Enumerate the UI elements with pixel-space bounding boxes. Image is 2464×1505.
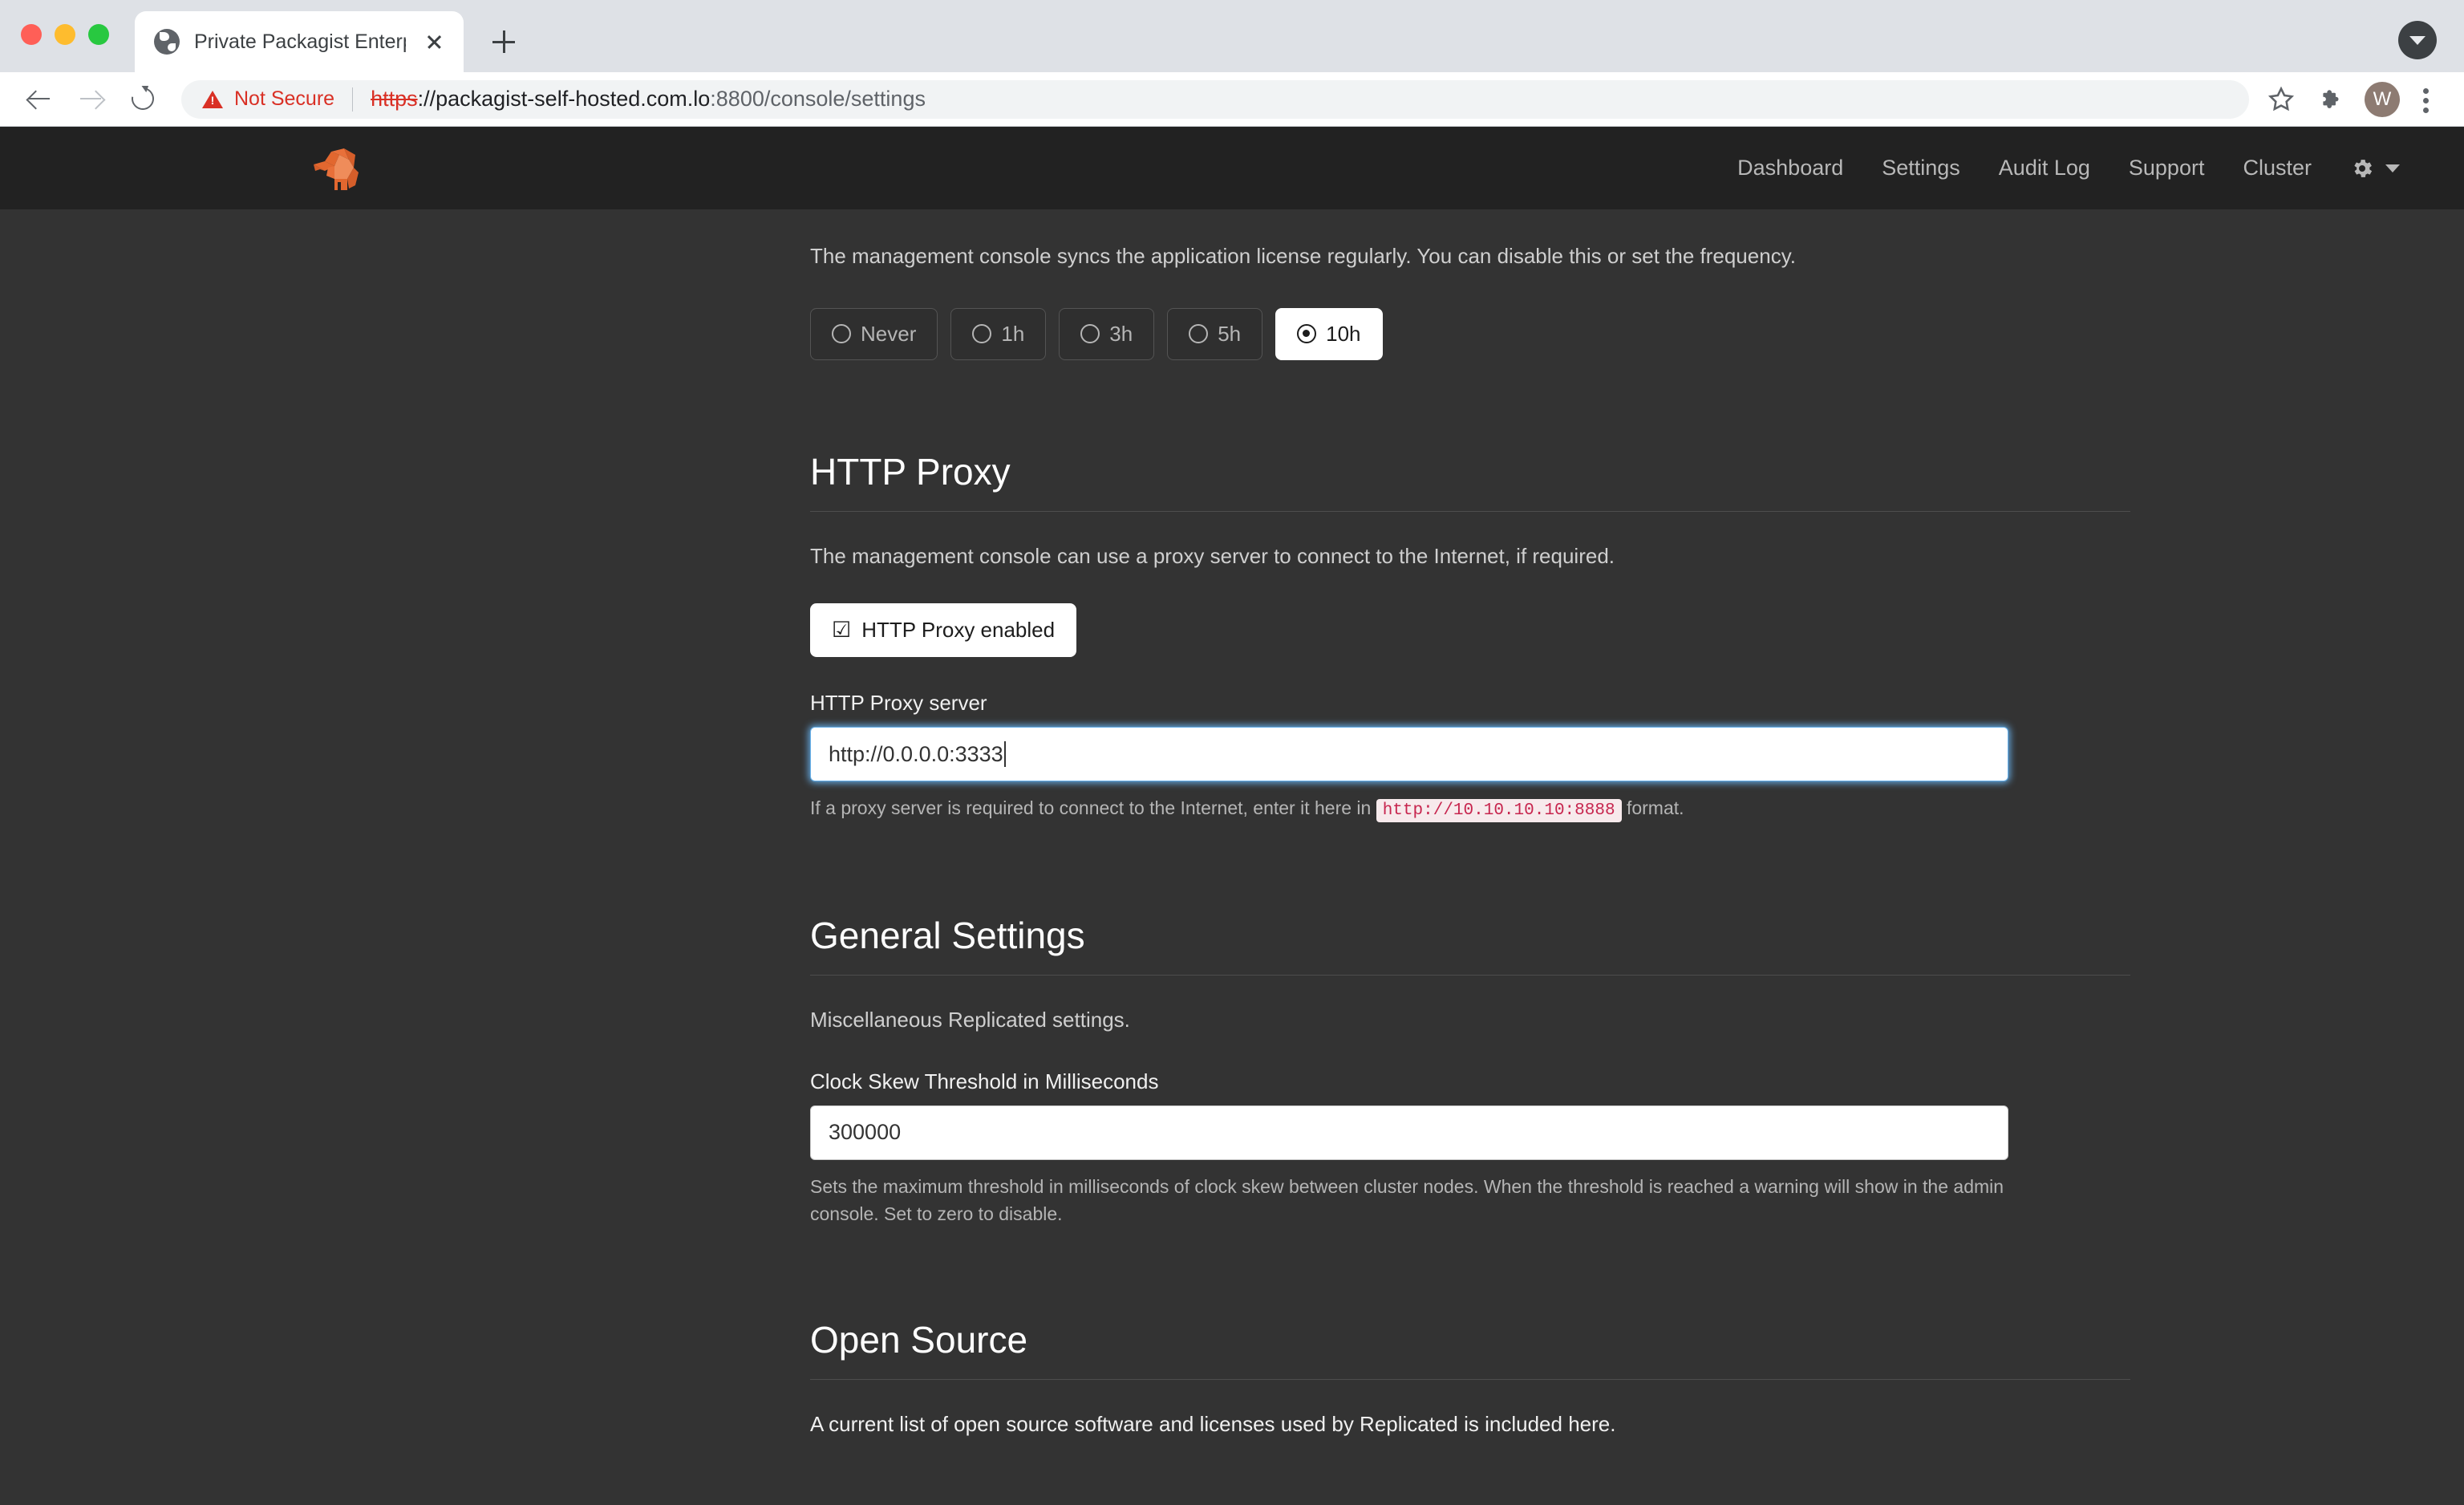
nav-item-dashboard[interactable]: Dashboard [1718,156,1862,181]
window-traffic-lights [21,24,109,45]
url-host: packagist-self-hosted.com.lo [436,87,711,111]
back-arrow-icon [29,90,50,109]
tab-strip: Private Packagist Enterprise [0,0,2464,72]
license-sync-option-label: 1h [1001,321,1025,346]
general-settings-heading: General Settings [810,914,2130,976]
http-proxy-server-input[interactable]: http://0.0.0.0:3333 [810,727,2008,782]
text-caret [1003,741,1006,768]
license-sync-option-5h[interactable]: 5h [1167,307,1263,360]
checkbox-checked-icon: ☑ [832,618,852,643]
puzzle-icon [2323,89,2339,108]
http-proxy-server-value: http://0.0.0.0:3333 [829,741,1003,766]
address-bar[interactable]: Not Secure https://packagist-self-hosted… [181,79,2249,119]
not-secure-warning-icon [202,90,223,108]
app-nav-links: Dashboard Settings Audit Log Support Clu… [1718,156,2416,181]
license-sync-option-1h[interactable]: 1h [950,307,1047,360]
settings-content: The management console syncs the applica… [810,209,2130,1439]
license-sync-option-label: 5h [1218,321,1242,346]
tab-list-chevron-icon[interactable] [2398,21,2437,59]
kebab-menu-icon[interactable] [2408,75,2445,124]
license-sync-frequency-group: Never 1h 3h 5h 10h [810,307,2130,360]
replicated-elephant-logo[interactable] [307,144,365,193]
license-sync-option-3h[interactable]: 3h [1059,307,1155,360]
forward-arrow-icon [80,90,101,109]
browser-toolbar: Not Secure https://packagist-self-hosted… [0,72,2464,127]
open-source-description: A current list of open source software a… [810,1411,1616,1436]
license-sync-option-10h[interactable]: 10h [1275,307,1383,360]
http-proxy-heading: HTTP Proxy [810,450,2130,512]
license-sync-description: The management console syncs the applica… [810,244,1796,268]
omnibox-divider [352,87,354,112]
http-proxy-description: The management console can use a proxy s… [810,543,1615,568]
http-proxy-help-suffix: format. [1626,797,1684,819]
app-viewport: Dashboard Settings Audit Log Support Clu… [0,127,2464,1504]
http-proxy-help-text: If a proxy server is required to connect… [810,794,2029,824]
radio-icon-selected [1297,324,1317,344]
url-scheme-separator: :// [417,87,436,111]
app-nav-bar: Dashboard Settings Audit Log Support Clu… [0,127,2464,209]
close-window-button[interactable] [21,24,42,45]
http-proxy-format-example: http://10.10.10.10:8888 [1376,799,1622,823]
close-tab-icon[interactable] [420,28,448,55]
radio-icon [1080,324,1100,344]
new-tab-button[interactable] [481,19,526,64]
nav-item-cluster[interactable]: Cluster [2223,156,2331,181]
maximize-window-button[interactable] [88,24,109,45]
browser-window: Private Packagist Enterprise Not Secure … [0,0,2464,1505]
radio-icon [1189,324,1209,344]
http-proxy-help-prefix: If a proxy server is required to connect… [810,797,1372,819]
extensions-button[interactable] [2307,75,2357,124]
gear-icon [2354,159,2373,177]
globe-icon [154,29,180,55]
chevron-down-icon [2385,164,2400,172]
radio-icon [832,324,851,344]
http-proxy-enabled-label: HTTP Proxy enabled [861,618,1056,643]
url-scheme-struck: https [371,87,418,111]
general-settings-description: Miscellaneous Replicated settings. [810,1007,1130,1032]
clock-skew-value: 300000 [829,1120,902,1145]
reload-icon [127,83,159,114]
minimize-window-button[interactable] [55,24,75,45]
clock-skew-help-text: Sets the maximum threshold in millisecon… [810,1175,2004,1225]
http-proxy-enabled-toggle[interactable]: ☑ HTTP Proxy enabled [810,603,1077,658]
profile-avatar[interactable]: W [2365,81,2400,117]
url-path: :8800/console/settings [710,87,926,111]
not-secure-label: Not Secure [234,87,335,110]
back-button[interactable] [14,74,66,125]
nav-item-settings[interactable]: Settings [1862,156,1980,181]
forward-button[interactable] [66,74,117,125]
tab-title: Private Packagist Enterprise [194,30,406,53]
license-sync-option-label: 3h [1109,321,1133,346]
bookmark-button[interactable] [2257,75,2307,124]
license-sync-option-label: Never [861,321,917,346]
reload-button[interactable] [117,74,168,125]
star-icon [2267,86,2295,111]
url-text: https://packagist-self-hosted.com.lo:880… [371,87,926,112]
nav-item-audit-log[interactable]: Audit Log [1980,156,2109,181]
license-sync-option-label: 10h [1326,321,1361,346]
http-proxy-server-label: HTTP Proxy server [810,691,987,716]
radio-icon [972,324,992,344]
nav-settings-menu[interactable] [2331,156,2416,181]
open-source-heading: Open Source [810,1318,2130,1380]
clock-skew-label: Clock Skew Threshold in Milliseconds [810,1069,1159,1093]
browser-tab[interactable]: Private Packagist Enterprise [135,11,464,72]
nav-item-support[interactable]: Support [2109,156,2224,181]
clock-skew-input[interactable]: 300000 [810,1105,2008,1160]
license-sync-option-never[interactable]: Never [810,307,938,360]
